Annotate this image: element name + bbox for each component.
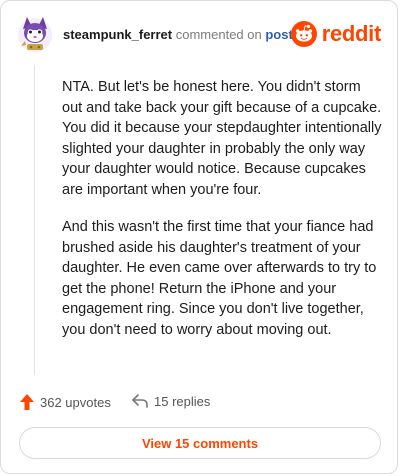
- comment-meta: steampunk_ferret commented on post: [63, 27, 293, 43]
- reddit-logo-icon: [290, 21, 317, 47]
- reply-count: 15 replies: [154, 393, 211, 409]
- comment-paragraph: NTA. But let's be honest here. You didn'…: [62, 79, 382, 198]
- commented-on-text: commented on: [175, 27, 262, 42]
- comment-card: steampunk_ferret commented on post reddi…: [0, 0, 398, 474]
- comment-actions: 362 upvotes 15 replies: [19, 393, 379, 415]
- reply-arrow-icon: [132, 394, 148, 408]
- thread-line: [34, 65, 35, 375]
- upvote-button[interactable]: 362 upvotes: [19, 393, 111, 411]
- reddit-logo[interactable]: reddit: [290, 21, 382, 47]
- comment-paragraph: And this wasn't the first time that your…: [62, 219, 377, 338]
- post-link[interactable]: post: [265, 27, 292, 42]
- username[interactable]: steampunk_ferret: [63, 27, 172, 42]
- avatar[interactable]: [17, 15, 53, 53]
- upvote-count: 362 upvotes: [40, 394, 111, 410]
- ferret-avatar-icon: [18, 17, 52, 52]
- comment-header: steampunk_ferret commented on post reddi…: [17, 13, 381, 55]
- reddit-wordmark: reddit: [321, 21, 382, 46]
- upvote-arrow-icon: [20, 394, 34, 410]
- comment-body: NTA. But let's be honest here. You didn'…: [62, 77, 384, 357]
- replies-button[interactable]: 15 replies: [131, 393, 210, 409]
- view-comments-button[interactable]: View 15 comments: [19, 427, 381, 459]
